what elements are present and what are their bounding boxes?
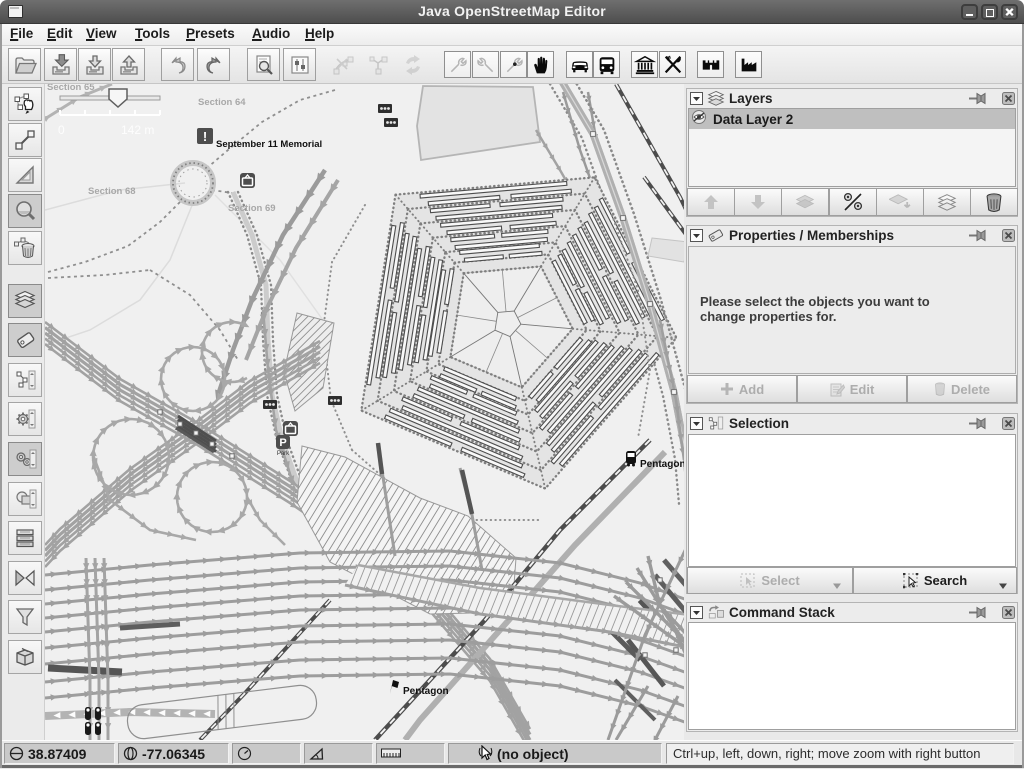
svg-text:Pentagon: Pentagon — [640, 459, 684, 470]
svg-text:September 11 Memorial: September 11 Memorial — [216, 139, 322, 150]
svg-text:Pentagon: Pentagon — [403, 686, 449, 697]
svg-text:Section 64: Section 64 — [198, 97, 246, 108]
svg-text:!: ! — [203, 129, 207, 144]
svg-text:Park: Park — [277, 451, 290, 457]
svg-text:Section 68: Section 68 — [88, 186, 136, 197]
svg-text:142 m: 142 m — [121, 123, 154, 137]
svg-text:Section 69: Section 69 — [228, 203, 276, 214]
svg-text:0: 0 — [58, 123, 65, 137]
svg-text:Section 65: Section 65 — [47, 84, 95, 93]
svg-text:P: P — [279, 437, 286, 449]
